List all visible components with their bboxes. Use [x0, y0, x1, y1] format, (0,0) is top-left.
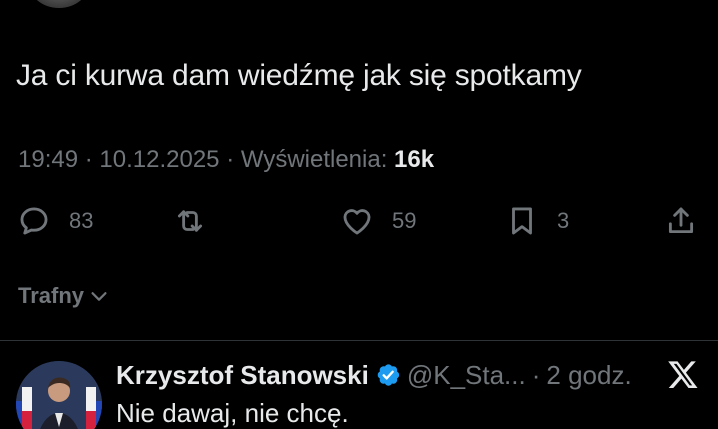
reply-header: Krzysztof Stanowski @K_Sta... · 2 godz. [116, 359, 632, 391]
bookmark-button[interactable]: 3 [505, 198, 569, 244]
reply-author-avatar[interactable] [16, 361, 102, 429]
retweet-icon [177, 210, 203, 232]
reply-count: 83 [69, 208, 94, 233]
tweet-detail-page: Ja ci kurwa dam wiedźmę jak się spotkamy… [0, 0, 718, 429]
like-count: 59 [392, 208, 417, 233]
tweet-actions-bar: 83 59 3 [0, 198, 718, 244]
tweet-date[interactable]: 10.12.2025 [99, 146, 219, 173]
divider [0, 340, 718, 341]
tweet-meta: 19:49 · 10.12.2025 · Wyświetlenia: 16k [18, 145, 434, 175]
meta-separator: · [84, 146, 93, 173]
reply-sort-dropdown[interactable]: Trafny [18, 283, 110, 309]
share-button[interactable] [664, 198, 698, 244]
author-avatar[interactable] [28, 0, 90, 8]
sort-label: Trafny [18, 283, 85, 308]
like-button[interactable]: 59 [340, 198, 416, 244]
avatar-photo [16, 361, 102, 429]
tweet-text: Ja ci kurwa dam wiedźmę jak się spotkamy [16, 59, 582, 92]
reply-time[interactable]: 2 godz. [546, 359, 631, 391]
speech-bubble-icon [20, 207, 48, 235]
reply-separator: · [531, 360, 541, 390]
views-count: 16k [394, 146, 435, 173]
retweet-button[interactable] [173, 198, 225, 244]
reply-author-name[interactable]: Krzysztof Stanowski [116, 359, 369, 391]
bookmark-count: 3 [557, 208, 570, 233]
x-logo-icon [668, 361, 698, 388]
meta-separator: · [226, 146, 235, 173]
heart-icon [343, 209, 371, 235]
chevron-down-icon [91, 292, 107, 301]
reply-text: Nie dawaj, nie chcę. [116, 398, 349, 428]
reply-button[interactable]: 83 [17, 198, 93, 244]
bookmark-icon [512, 207, 532, 235]
tweet-time[interactable]: 19:49 [18, 146, 78, 173]
share-icon [668, 207, 694, 234]
reply-author-handle[interactable]: @K_Sta... [407, 359, 526, 391]
verified-badge-icon [377, 364, 399, 386]
views-label: Wyświetlenia: [240, 146, 388, 173]
